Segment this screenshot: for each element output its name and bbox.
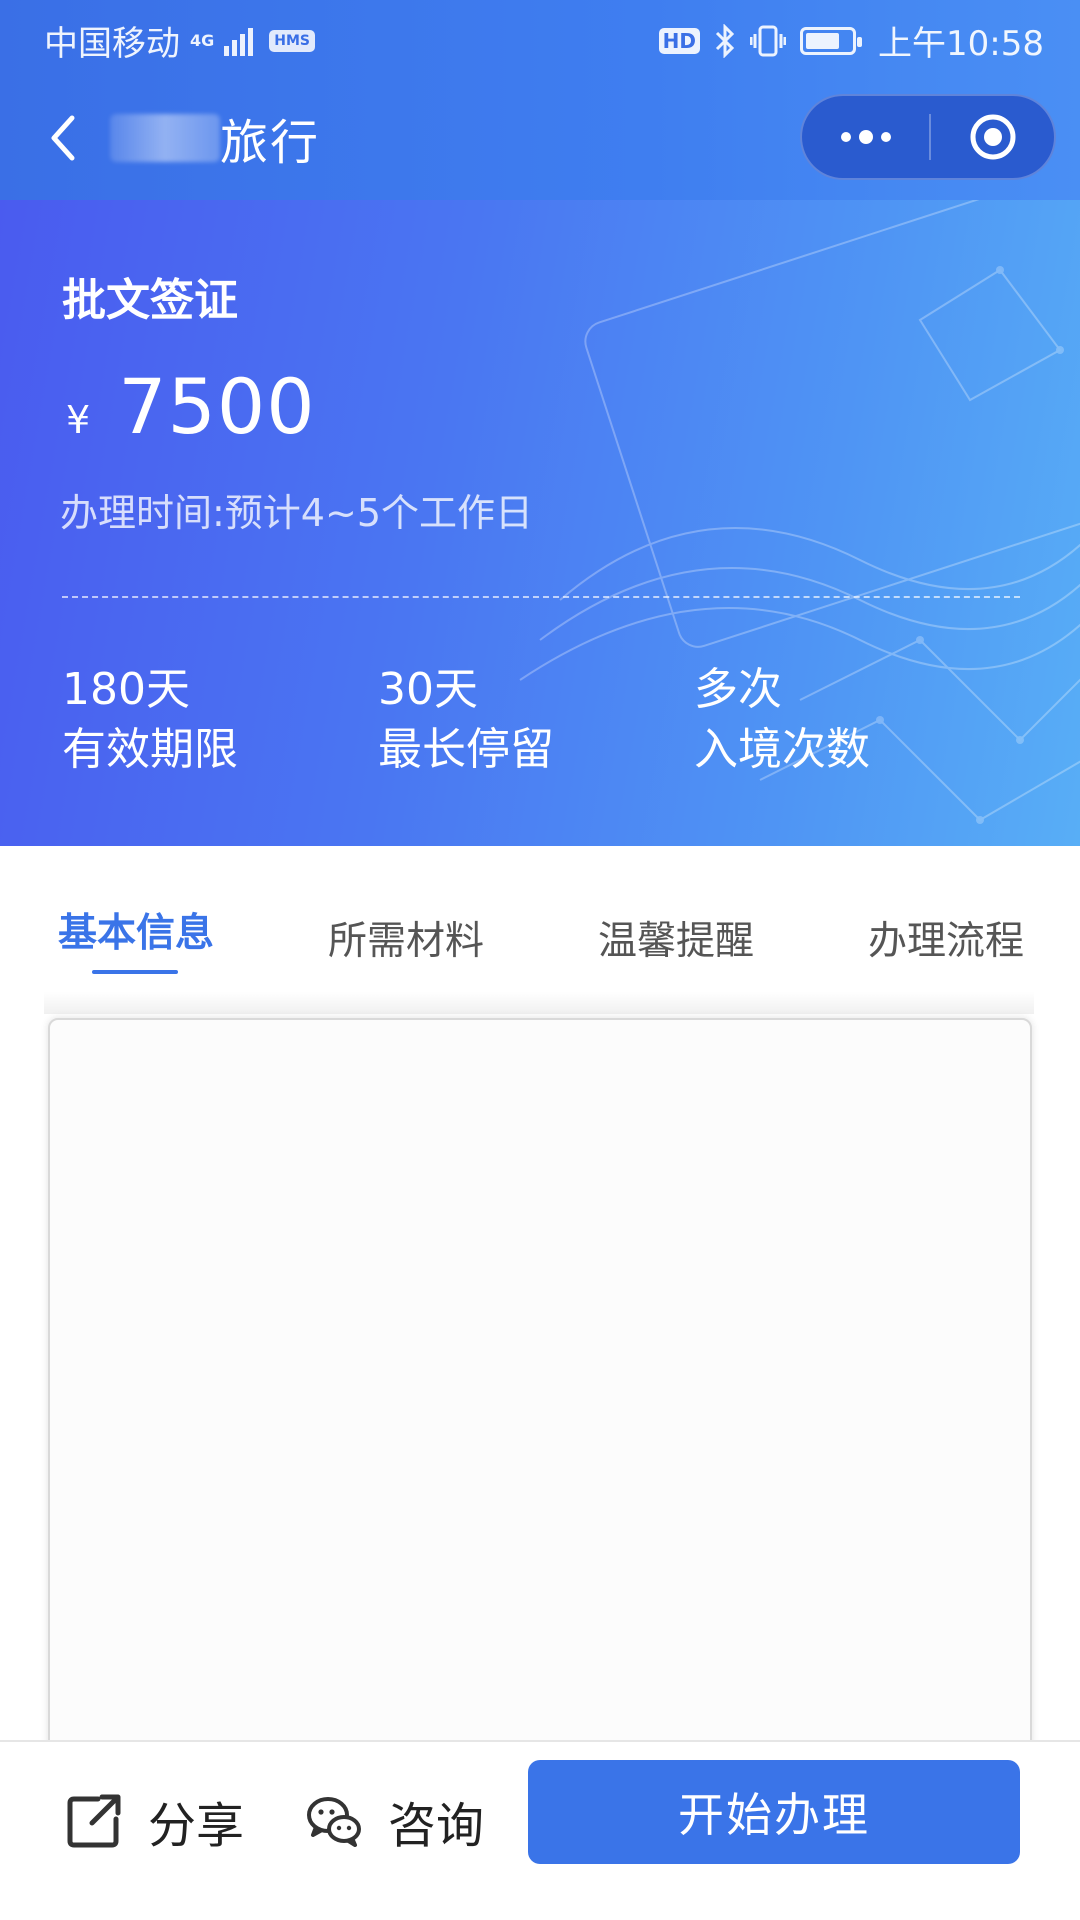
close-program-button[interactable] xyxy=(931,96,1054,178)
nav-bar: 旅行 xyxy=(0,92,1080,184)
info-tabs: 基本信息 所需材料 温馨提醒 办理流程 xyxy=(0,846,1080,986)
bottom-action-bar: 分享 咨询 开始办理 xyxy=(0,1740,1080,1920)
stat-max-stay: 30天 最长停留 xyxy=(378,660,554,780)
more-dots-icon xyxy=(840,130,891,144)
wechat-chat-icon xyxy=(307,1797,361,1847)
carrier-name: 中国移动 xyxy=(44,24,180,64)
visa-stats: 180天 有效期限 30天 最长停留 多次 入境次数 xyxy=(0,660,1080,800)
battery-icon xyxy=(800,26,863,55)
stat-label: 最长停留 xyxy=(378,724,554,775)
currency-symbol: ¥ xyxy=(66,398,91,442)
stat-validity: 180天 有效期限 xyxy=(62,660,238,780)
network-type: 4G xyxy=(190,30,215,50)
price-row: ¥ 7500 xyxy=(66,362,316,451)
visa-banner: 批文签证 ¥ 7500 办理时间:预计4~5个工作日 180天 有效期限 30天… xyxy=(0,200,1080,846)
bluetooth-icon xyxy=(715,23,735,58)
visa-price: 7500 xyxy=(118,362,316,451)
more-button[interactable] xyxy=(802,96,929,178)
vibrate-icon xyxy=(750,25,787,56)
back-button[interactable] xyxy=(40,108,90,168)
chevron-left-icon xyxy=(51,115,75,161)
visa-type-title: 批文签证 xyxy=(62,275,238,326)
stat-value: 多次 xyxy=(694,664,782,715)
stat-label: 入境次数 xyxy=(694,724,870,775)
stat-value: 180天 xyxy=(62,664,190,715)
signal-icon xyxy=(224,26,254,56)
start-application-button[interactable]: 开始办理 xyxy=(528,1760,1020,1864)
nav-title: 旅行 xyxy=(220,115,321,171)
tab-required-materials[interactable]: 所需材料 xyxy=(328,910,484,966)
target-circle-icon xyxy=(970,114,1015,160)
tab-reminders[interactable]: 温馨提醒 xyxy=(598,910,754,966)
tab-basic-info[interactable]: 基本信息 xyxy=(58,902,214,958)
tab-process[interactable]: 办理流程 xyxy=(868,910,1024,966)
tab-content-card xyxy=(48,1018,1032,1758)
battery-level xyxy=(806,32,840,49)
status-bar: 中国移动 4G HMS HD 上午10:58 xyxy=(0,0,1080,76)
banner-divider xyxy=(62,596,1020,598)
processing-time: 办理时间:预计4~5个工作日 xyxy=(60,491,533,535)
stat-label: 有效期限 xyxy=(62,724,238,775)
redacted-brand-name xyxy=(110,114,220,162)
share-label: 分享 xyxy=(148,1798,245,1854)
hms-badge: HMS xyxy=(269,29,315,52)
consult-label: 咨询 xyxy=(388,1798,485,1854)
stat-entries: 多次 入境次数 xyxy=(694,660,870,780)
active-tab-indicator xyxy=(92,970,178,974)
nav-title-group: 旅行 xyxy=(110,106,321,171)
card-top-shadow xyxy=(44,992,1034,1014)
status-time: 上午10:58 xyxy=(878,24,1044,64)
consult-button[interactable]: 咨询 xyxy=(304,1786,484,1856)
status-left: 中国移动 4G HMS xyxy=(44,16,315,65)
share-button[interactable]: 分享 xyxy=(64,1786,244,1856)
stat-value: 30天 xyxy=(378,664,478,715)
mini-program-capsule xyxy=(800,94,1056,180)
hd-badge: HD xyxy=(658,27,701,54)
share-external-icon xyxy=(67,1794,121,1848)
status-right: HD 上午10:58 xyxy=(658,16,1044,65)
top-header: 中国移动 4G HMS HD 上午10:58 旅行 xyxy=(0,0,1080,200)
